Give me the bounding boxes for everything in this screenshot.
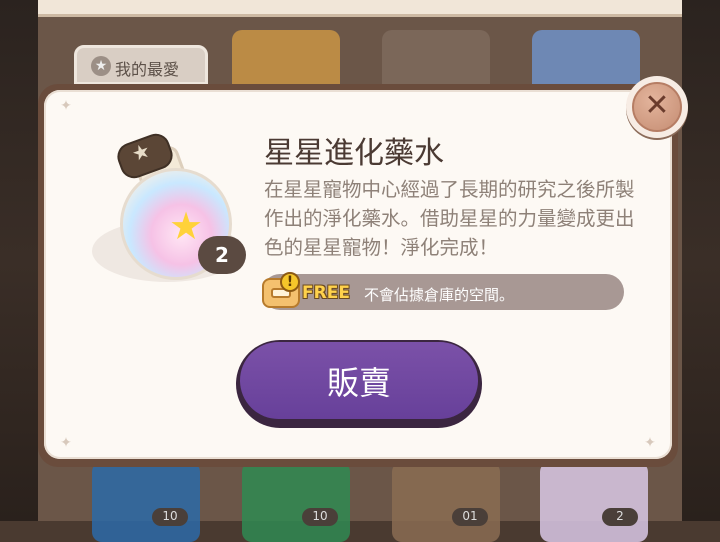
background-right bbox=[680, 0, 720, 521]
inventory-item[interactable] bbox=[92, 462, 200, 542]
item-count: 2 bbox=[602, 508, 638, 526]
close-button[interactable]: ✕ bbox=[626, 76, 688, 138]
inventory-item[interactable] bbox=[392, 462, 500, 542]
background-left bbox=[0, 0, 40, 521]
inventory-item[interactable] bbox=[540, 462, 648, 542]
corner-ornament-icon: ✦ bbox=[60, 98, 72, 114]
tab-favorites[interactable]: ★ 我的最愛 bbox=[74, 45, 208, 85]
sell-button-label: 販賣 bbox=[326, 364, 391, 402]
quantity-badge: 2 bbox=[198, 236, 246, 274]
sell-button[interactable]: 販賣 bbox=[236, 340, 482, 428]
star-icon: ★ bbox=[168, 204, 204, 248]
item-description: 在星星寵物中心經過了長期的研究之後所製作出的淨化藥水。借助星星的力量變成更出色的… bbox=[264, 178, 635, 259]
corner-ornament-icon: ✦ bbox=[60, 435, 72, 451]
exclamation-icon: ! bbox=[280, 272, 300, 292]
storage-note: 不會佔據倉庫的空間。 bbox=[364, 286, 515, 304]
item-count: 01 bbox=[452, 508, 488, 526]
free-badge: FREE bbox=[302, 283, 350, 303]
item-count: 10 bbox=[152, 508, 188, 526]
corner-ornament-icon: ✦ bbox=[644, 435, 656, 451]
close-icon: ✕ bbox=[632, 82, 682, 132]
inventory-item[interactable] bbox=[242, 462, 350, 542]
item-count: 10 bbox=[302, 508, 338, 526]
star-icon: ★ bbox=[91, 56, 111, 76]
item-title: 星星進化藥水 bbox=[264, 136, 444, 171]
tab-favorites-label: 我的最愛 bbox=[115, 60, 180, 79]
inventory-top-bar bbox=[38, 0, 682, 17]
